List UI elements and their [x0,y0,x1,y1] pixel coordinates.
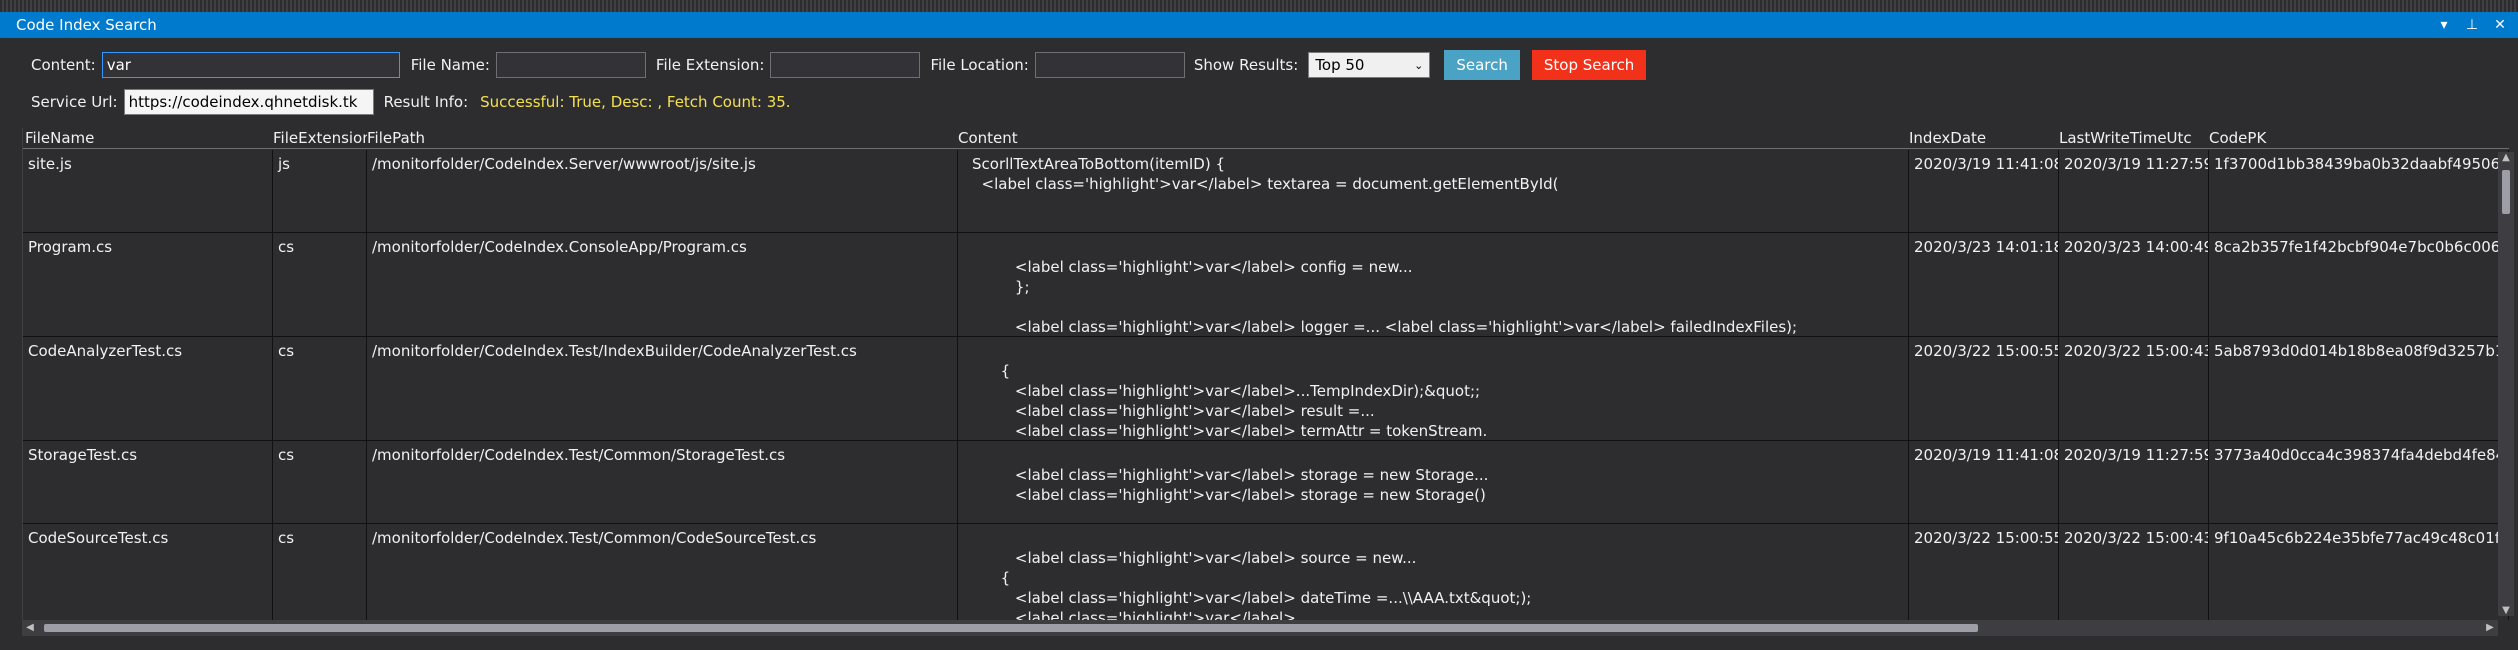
search-button[interactable]: Search [1444,50,1520,80]
show-results-label: Show Results: [1193,56,1299,74]
header-filepath[interactable]: FilePath [367,129,957,147]
cell-filepath: /monitorfolder/CodeIndex.Test/Common/Sto… [367,441,958,523]
file-location-label: File Location: [930,56,1029,74]
scroll-right-icon[interactable]: ▶ [2482,620,2498,636]
horizontal-scroll-thumb[interactable] [44,624,1978,632]
title-drag-area [0,0,2518,12]
service-url-label: Service Url: [31,93,118,111]
chevron-down-icon: ⌄ [1414,58,1424,72]
vertical-scroll-thumb[interactable] [2502,170,2510,214]
grid-header: FileName FileExtension FilePath Content … [23,128,2509,149]
service-toolbar: Service Url: Result Info: Successful: Tr… [0,86,2518,118]
header-lastwritetimeutc[interactable]: LastWriteTimeUtc [2059,129,2209,147]
window-title: Code Index Search [16,16,157,34]
cell-filepath: /monitorfolder/CodeIndex.Test/Common/Cod… [367,524,958,620]
cell-lastwritetime: 2020/3/19 11:27:59 [2059,150,2209,232]
cell-filename: CodeAnalyzerTest.cs [23,337,273,440]
content-label: Content: [31,56,96,74]
cell-content: <label class='highlight'>var</label> sou… [958,524,1909,620]
code-index-search-window: Code Index Search ▾ ⊥ ✕ Content: File Na… [0,0,2518,650]
cell-indexdate: 2020/3/19 11:41:08 [1909,150,2059,232]
cell-extension: cs [273,524,367,620]
file-location-input[interactable] [1034,52,1185,78]
cell-indexdate: 2020/3/23 14:01:18 [1909,233,2059,336]
title-bar: Code Index Search ▾ ⊥ ✕ [0,12,2518,38]
table-row[interactable]: Program.cs cs /monitorfolder/CodeIndex.C… [23,233,2509,337]
cell-codepk: 5ab8793d0d014b18b8ea08f9d3257b15 [2209,337,2509,440]
horizontal-scrollbar[interactable]: ◀ ▶ [22,620,2498,636]
cell-indexdate: 2020/3/22 15:00:55 [1909,337,2059,440]
cell-filepath: /monitorfolder/CodeIndex.Test/IndexBuild… [367,337,958,440]
table-row[interactable]: CodeAnalyzerTest.cs cs /monitorfolder/Co… [23,337,2509,441]
results-grid: FileName FileExtension FilePath Content … [22,128,2509,620]
cell-extension: js [273,150,367,232]
cell-codepk: 1f3700d1bb38439ba0b32daabf495069 [2209,150,2509,232]
pin-icon[interactable]: ⊥ [2464,17,2480,33]
cell-content: <label class='highlight'>var</label> sto… [958,441,1909,523]
cell-lastwritetime: 2020/3/19 11:27:59 [2059,441,2209,523]
cell-filename: Program.cs [23,233,273,336]
cell-codepk: 9f10a45c6b224e35bfe77ac49c48c01f [2209,524,2509,620]
cell-extension: cs [273,337,367,440]
cell-filename: site.js [23,150,273,232]
vertical-scrollbar[interactable]: ▲ ▼ [2498,152,2514,616]
cell-filepath: /monitorfolder/CodeIndex.ConsoleApp/Prog… [367,233,958,336]
scroll-left-icon[interactable]: ◀ [22,620,38,636]
cell-extension: cs [273,441,367,523]
header-fileextension[interactable]: FileExtension [273,129,367,147]
cell-content: <label class='highlight'>var</label> con… [958,233,1909,336]
cell-content: { <label class='highlight'>var</label>..… [958,337,1909,440]
file-name-label: File Name: [410,56,490,74]
content-input[interactable] [101,52,400,78]
cell-lastwritetime: 2020/3/23 14:00:49 [2059,233,2209,336]
result-info-label: Result Info: [383,93,469,111]
header-indexdate[interactable]: IndexDate [1909,129,2059,147]
cell-extension: cs [273,233,367,336]
cell-codepk: 3773a40d0cca4c398374fa4debd4fe84 [2209,441,2509,523]
file-name-input[interactable] [495,52,646,78]
file-extension-label: File Extension: [655,56,765,74]
show-results-value: Top 50 [1315,56,1365,74]
scroll-down-icon[interactable]: ▼ [2498,605,2514,616]
cell-filename: StorageTest.cs [23,441,273,523]
table-row[interactable]: site.js js /monitorfolder/CodeIndex.Serv… [23,150,2509,233]
cell-indexdate: 2020/3/19 11:41:08 [1909,441,2059,523]
close-icon[interactable]: ✕ [2492,17,2508,33]
scroll-up-icon[interactable]: ▲ [2498,152,2514,163]
cell-indexdate: 2020/3/22 15:00:55 [1909,524,2059,620]
table-row[interactable]: StorageTest.cs cs /monitorfolder/CodeInd… [23,441,2509,524]
header-filename[interactable]: FileName [25,129,273,147]
show-results-select[interactable]: Top 50 ⌄ [1308,52,1431,78]
table-row[interactable]: CodeSourceTest.cs cs /monitorfolder/Code… [23,524,2509,620]
file-extension-input[interactable] [770,52,921,78]
dropdown-icon[interactable]: ▾ [2436,17,2452,33]
cell-filename: CodeSourceTest.cs [23,524,273,620]
service-url-input[interactable] [123,89,374,115]
cell-content: ScorllTextAreaToBottom(itemID) { <label … [958,150,1909,232]
cell-lastwritetime: 2020/3/22 15:00:43 [2059,337,2209,440]
stop-search-button[interactable]: Stop Search [1531,50,1647,80]
header-content[interactable]: Content [958,129,1908,147]
search-toolbar: Content: File Name: File Extension: File… [0,48,2518,82]
cell-codepk: 8ca2b357fe1f42bcbf904e7bc0b6c006 [2209,233,2509,336]
header-codepk[interactable]: CodePK [2209,129,2509,147]
cell-filepath: /monitorfolder/CodeIndex.Server/wwwroot/… [367,150,958,232]
result-info-text: Successful: True, Desc: , Fetch Count: 3… [480,93,791,111]
cell-lastwritetime: 2020/3/22 15:00:43 [2059,524,2209,620]
